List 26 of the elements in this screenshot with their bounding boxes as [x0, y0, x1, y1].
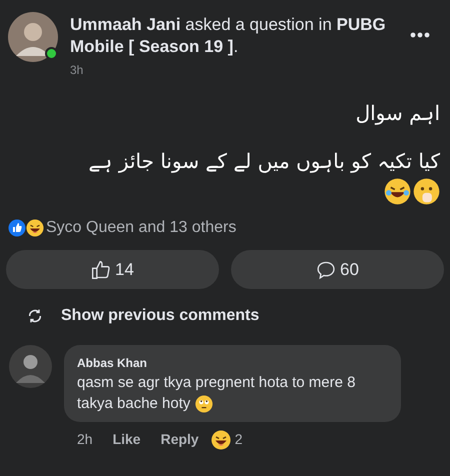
more-icon[interactable] — [410, 32, 430, 38]
laughing-face-icon — [210, 430, 231, 450]
laughing-face-icon — [26, 219, 44, 237]
laughing-face-icon — [384, 178, 411, 205]
eye-roll-face-icon — [194, 395, 213, 414]
like-button[interactable]: 14 — [6, 250, 219, 289]
post-time: 3h — [70, 63, 84, 77]
reaction-summary[interactable]: Syco Queen and 13 others — [46, 216, 236, 240]
reaction-count: 2 — [234, 430, 243, 449]
comment-time: 2h — [77, 430, 93, 449]
comment-author[interactable]: Abbas Khan — [77, 354, 388, 372]
question-text: اہم سوال — [356, 100, 440, 127]
speech-bubble-icon — [316, 260, 336, 280]
comment-button[interactable]: 60 — [231, 250, 444, 289]
show-previous-comments[interactable]: Show previous comments — [27, 304, 260, 328]
avatar[interactable] — [9, 345, 52, 388]
question-text: کیا تکیہ کو باہوں میں لے کے سونا جائز ہے — [88, 148, 440, 175]
like-link[interactable]: Like — [112, 429, 141, 450]
refresh-icon — [27, 308, 43, 324]
avatar[interactable] — [8, 12, 58, 62]
thumbs-up-icon — [91, 260, 112, 280]
surprised-face-icon — [413, 178, 440, 205]
comment-text: qasm se agr tkya pregnent hota to mere 8 takya bache hoty — [77, 373, 356, 414]
reply-link[interactable]: Reply — [160, 429, 199, 450]
post-header: Ummaah Jani asked a question in PUBG Mobile [ Season 19 ]. — [70, 14, 387, 58]
like-reaction-icon — [8, 219, 26, 237]
